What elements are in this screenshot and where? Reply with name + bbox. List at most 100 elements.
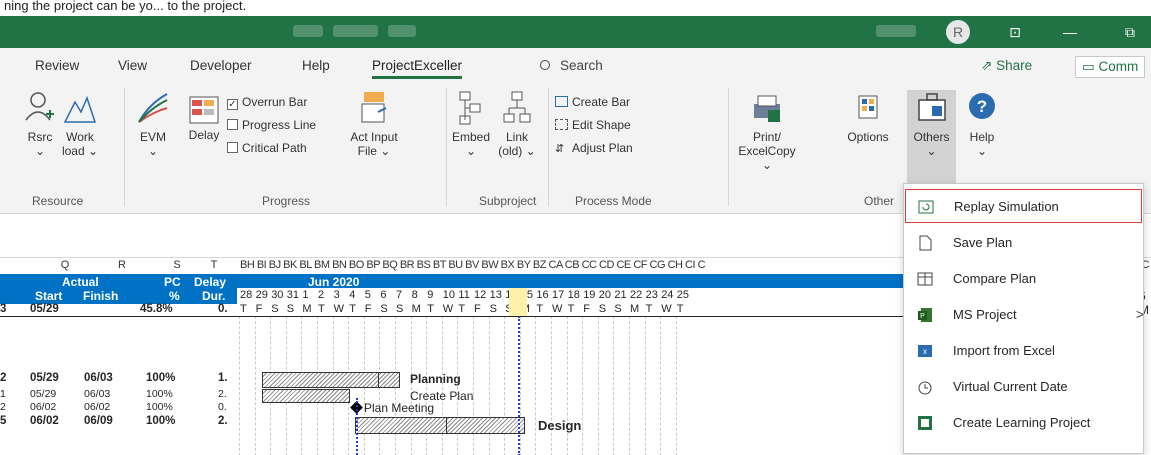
gantt-bar-divider	[378, 372, 379, 388]
title-blur	[388, 25, 416, 37]
weekday-letter: W	[552, 303, 563, 315]
weekday-letter: S	[380, 303, 388, 315]
share-button[interactable]: ⇗ Share	[981, 58, 1032, 74]
gantt-gridline	[473, 316, 474, 455]
menu-item-save-plan[interactable]: Save Plan	[905, 226, 1142, 260]
col-header-q[interactable]: Q	[55, 258, 75, 273]
summary-delay[interactable]: 0.	[218, 303, 228, 316]
header-pc: PC	[164, 275, 181, 289]
task-label-planning: Planning	[410, 372, 461, 386]
create-bar-icon	[555, 96, 568, 107]
menu-item-ms-project[interactable]: P MS Project >	[905, 298, 1144, 332]
day-number: 17	[552, 289, 565, 301]
delay-cell[interactable]: 1.	[218, 372, 228, 385]
delay-cell[interactable]: 2.	[218, 415, 228, 428]
col-header-r[interactable]: R	[112, 258, 132, 273]
printer-icon	[754, 95, 780, 122]
link-old-button[interactable]: Link (old) ⌄	[494, 90, 540, 158]
save-plan-icon	[919, 235, 932, 251]
header-pct: %	[169, 289, 180, 303]
tab-view[interactable]: View	[118, 58, 147, 73]
menu-item-replay-simulation[interactable]: Replay Simulation	[905, 189, 1142, 223]
pc-cell[interactable]: 100%	[146, 401, 173, 414]
link-tree-icon	[503, 91, 531, 123]
critical-path-checkbox[interactable]: Critical Path	[227, 140, 307, 156]
weekday-letter: M	[411, 303, 421, 315]
actual-start-cell[interactable]: 06/02	[30, 415, 59, 428]
weekday-letter: T	[427, 303, 434, 315]
menu-item-import-from-excel[interactable]: x Import from Excel	[905, 334, 1142, 368]
weekday-letter: T	[240, 303, 247, 315]
month-label: Jun 2020	[308, 275, 360, 289]
edit-shape-button[interactable]: Edit Shape	[555, 117, 631, 133]
gantt-gridline	[644, 316, 646, 455]
avatar[interactable]: R	[946, 20, 970, 44]
adjust-plan-icon: ⇵	[555, 143, 565, 155]
actual-finish-cell[interactable]: 06/03	[84, 372, 113, 385]
adjust-plan-button[interactable]: ⇵ Adjust Plan	[555, 140, 633, 157]
pc-cell[interactable]: 100%	[146, 388, 173, 401]
tab-help[interactable]: Help	[302, 58, 330, 73]
summary-start[interactable]: 05/29	[30, 303, 59, 316]
menu-label: Replay Simulation	[954, 199, 1059, 214]
gantt-bar-planning[interactable]	[262, 372, 400, 388]
comments-button[interactable]: ▭ Comm	[1075, 56, 1146, 78]
others-button[interactable]: Others ⌄	[907, 90, 956, 158]
workload-button[interactable]: Work load ⌄	[60, 90, 100, 158]
col-header-s[interactable]: S	[167, 258, 187, 273]
actual-start-cell[interactable]: 05/29	[30, 372, 59, 385]
weekday-letter: T	[318, 303, 325, 315]
minimize-button[interactable]: —	[1050, 18, 1090, 46]
weekday-letter: W	[333, 303, 344, 315]
menu-item-create-learning-project[interactable]: Create Learning Project	[905, 406, 1142, 440]
gantt-gridline	[504, 316, 506, 455]
actual-finish-cell[interactable]: 06/09	[84, 415, 113, 428]
embed-button[interactable]: Embed ⌄	[448, 90, 494, 158]
help-button[interactable]: ? Help ⌄	[962, 90, 1002, 158]
actual-finish-cell[interactable]: 06/03	[84, 388, 110, 401]
pc-cell[interactable]: 100%	[146, 415, 175, 428]
print-excelcopy-button[interactable]: Print/ExcelCopy ⌄	[736, 90, 798, 172]
day-number: 21	[614, 289, 627, 301]
search-box[interactable]: Search	[540, 58, 603, 73]
menu-item-virtual-current-date[interactable]: Virtual Current Date	[905, 370, 1142, 404]
edit-shape-icon	[555, 119, 568, 130]
restore-button[interactable]: ⧉	[1110, 18, 1150, 46]
options-button[interactable]: Options	[838, 90, 898, 144]
rsrc-button[interactable]: Rsrc ⌄	[22, 90, 58, 158]
menu-label: Create Learning Project	[953, 415, 1091, 430]
embed-tree-icon	[459, 91, 481, 125]
delay-button[interactable]: Delay	[186, 96, 222, 142]
delay-cell[interactable]: 2.	[218, 388, 227, 401]
menu-label: Virtual Current Date	[953, 379, 1068, 394]
overrun-bar-checkbox[interactable]: ✓ Overrun Bar	[227, 94, 307, 110]
evm-button[interactable]: EVM ⌄	[136, 90, 170, 158]
import-excel-icon: x	[918, 345, 932, 357]
actual-start-cell[interactable]: 05/29	[30, 388, 56, 401]
actual-finish-cell[interactable]: 06/02	[84, 401, 110, 414]
share-icon: ⇗	[981, 58, 993, 73]
create-bar-button[interactable]: Create Bar	[555, 94, 630, 110]
col-header-t[interactable]: T	[204, 258, 224, 273]
group-separator	[548, 88, 549, 206]
delay-cell[interactable]: 0.	[218, 401, 227, 414]
summary-pc[interactable]: 45.8%	[140, 303, 173, 316]
tab-projectexceller[interactable]: ProjectExceller	[372, 58, 463, 79]
gantt-bar-create-plan[interactable]	[262, 389, 350, 403]
pc-cell[interactable]: 100%	[146, 372, 175, 385]
progress-line-checkbox[interactable]: Progress Line	[227, 117, 316, 133]
row-number: 1	[0, 388, 6, 400]
menu-label: Import from Excel	[953, 343, 1055, 358]
act-input-file-button[interactable]: Act Input File ⌄	[346, 90, 402, 158]
actual-start-cell[interactable]: 06/02	[30, 401, 56, 414]
ribbon-display-button[interactable]: ⊡	[995, 18, 1035, 46]
menu-item-compare-plan[interactable]: Compare Plan	[905, 262, 1142, 296]
tab-review[interactable]: Review	[35, 58, 79, 73]
tab-developer[interactable]: Developer	[190, 58, 252, 73]
weekday-letter: M	[302, 303, 312, 315]
gantt-bar-design[interactable]	[355, 417, 525, 434]
header-delay: Delay	[194, 275, 227, 289]
clock-icon	[918, 381, 932, 395]
critical-path-label: Critical Path	[242, 141, 307, 155]
gantt-gridline	[582, 316, 584, 455]
